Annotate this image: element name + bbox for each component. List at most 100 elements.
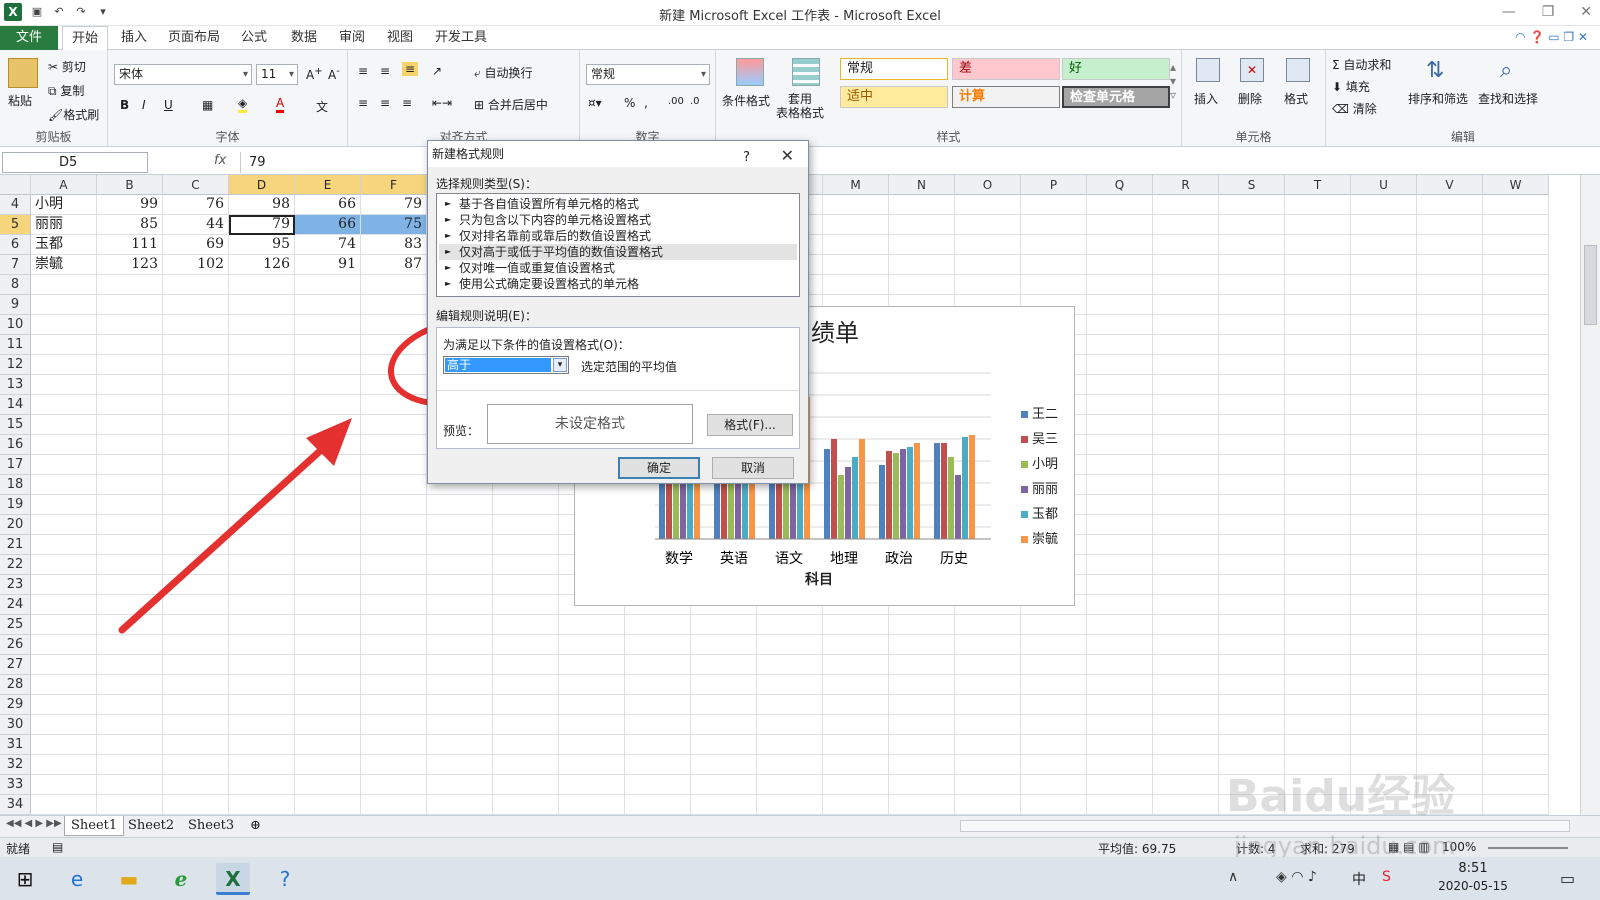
grid-cell[interactable] xyxy=(295,475,361,495)
row-header[interactable]: 31 xyxy=(0,735,31,755)
help-icon[interactable]: ◠ ❓ ▭ ❐ ✕ xyxy=(1515,30,1588,44)
grid-cell[interactable] xyxy=(493,755,559,775)
grid-cell[interactable] xyxy=(1087,395,1153,415)
grid-cell[interactable] xyxy=(295,355,361,375)
grid-cell[interactable] xyxy=(427,535,493,555)
grid-cell[interactable] xyxy=(229,735,295,755)
grid-cell[interactable] xyxy=(955,655,1021,675)
grid-cell[interactable] xyxy=(31,695,97,715)
font-size-combo[interactable]: 11 xyxy=(256,64,298,85)
grid-cell[interactable] xyxy=(1483,555,1549,575)
grid-cell[interactable] xyxy=(1483,655,1549,675)
grid-cell[interactable] xyxy=(31,715,97,735)
grid-cell[interactable] xyxy=(163,535,229,555)
grid-cell[interactable] xyxy=(1483,395,1549,415)
dialog-close-icon[interactable]: ✕ xyxy=(781,143,794,169)
grid-cell[interactable] xyxy=(1021,615,1087,635)
grid-cell[interactable] xyxy=(889,775,955,795)
sheet-tab[interactable]: Sheet2 xyxy=(122,816,180,836)
grid-cell[interactable] xyxy=(757,795,823,815)
grid-cell[interactable] xyxy=(229,635,295,655)
grid-cell[interactable] xyxy=(823,735,889,755)
grid-cell[interactable] xyxy=(229,515,295,535)
grid-cell[interactable] xyxy=(691,735,757,755)
grid-cell[interactable] xyxy=(1417,195,1483,215)
grid-cell[interactable] xyxy=(1021,255,1087,275)
grid-cell[interactable] xyxy=(31,535,97,555)
grid-cell[interactable] xyxy=(559,755,625,775)
grid-cell[interactable] xyxy=(1417,695,1483,715)
grid-cell[interactable] xyxy=(1351,355,1417,375)
grid-cell[interactable] xyxy=(97,695,163,715)
grid-cell[interactable] xyxy=(1087,735,1153,755)
grid-cell[interactable] xyxy=(1285,395,1351,415)
align-middle-icon[interactable]: ≡ xyxy=(380,64,390,78)
format-painter-button[interactable]: 🖌格式刷 xyxy=(48,106,99,123)
tab-page-layout[interactable]: 页面布局 xyxy=(162,26,226,50)
grid-cell[interactable] xyxy=(1153,795,1219,815)
grid-cell[interactable] xyxy=(1351,315,1417,335)
grid-cell[interactable] xyxy=(1021,215,1087,235)
tray-network-icon[interactable]: ◈ ◠ ♪ xyxy=(1276,869,1317,885)
grid-cell[interactable] xyxy=(493,695,559,715)
grid-cell[interactable] xyxy=(1483,375,1549,395)
grid-cell[interactable] xyxy=(1087,415,1153,435)
grid-cell[interactable] xyxy=(1417,615,1483,635)
grid-cell[interactable] xyxy=(1219,275,1285,295)
grid-cell[interactable] xyxy=(1417,515,1483,535)
grid-cell[interactable] xyxy=(625,695,691,715)
grid-cell[interactable] xyxy=(97,635,163,655)
grid-cell[interactable] xyxy=(1483,795,1549,815)
grid-cell[interactable] xyxy=(163,515,229,535)
grid-cell[interactable] xyxy=(1351,235,1417,255)
grid-cell[interactable] xyxy=(1285,455,1351,475)
grid-cell[interactable] xyxy=(361,295,427,315)
grid-cell[interactable] xyxy=(163,355,229,375)
grid-cell[interactable] xyxy=(1351,635,1417,655)
align-center-icon[interactable]: ≡ xyxy=(380,96,390,110)
grid-cell[interactable] xyxy=(757,675,823,695)
grid-cell[interactable] xyxy=(1417,235,1483,255)
grid-cell[interactable] xyxy=(229,775,295,795)
tab-file[interactable]: 文件 xyxy=(0,26,58,50)
grid-cell[interactable] xyxy=(1153,475,1219,495)
grid-cell[interactable] xyxy=(1219,395,1285,415)
active-cell[interactable]: 79 xyxy=(229,215,295,235)
grid-cell[interactable] xyxy=(361,415,427,435)
grid-cell[interactable] xyxy=(889,755,955,775)
merge-center-button[interactable]: ⊞ 合并后居中 xyxy=(474,96,548,113)
name-box[interactable]: D5 xyxy=(2,152,148,173)
grid-cell[interactable] xyxy=(163,495,229,515)
row-header[interactable]: 7 xyxy=(0,255,31,275)
grid-cell[interactable] xyxy=(1417,675,1483,695)
grid-cell[interactable] xyxy=(1351,535,1417,555)
row-header[interactable]: 24 xyxy=(0,595,31,615)
grid-cell[interactable]: 66 xyxy=(295,215,361,235)
row-header[interactable]: 15 xyxy=(0,415,31,435)
grid-cell[interactable] xyxy=(493,775,559,795)
row-header[interactable]: 30 xyxy=(0,715,31,735)
rule-type-item[interactable]: 仅对唯一值或重复值设置格式 xyxy=(439,260,797,276)
grid-cell[interactable] xyxy=(97,555,163,575)
grid-cell[interactable] xyxy=(97,275,163,295)
row-header[interactable]: 18 xyxy=(0,475,31,495)
grid-cell[interactable] xyxy=(1483,215,1549,235)
grid-cell[interactable] xyxy=(1351,395,1417,415)
grid-cell[interactable] xyxy=(31,675,97,695)
cancel-button[interactable]: 取消 xyxy=(712,457,794,479)
grid-cell[interactable]: 玉都 xyxy=(31,235,97,255)
grid-cell[interactable] xyxy=(31,575,97,595)
grid-cell[interactable] xyxy=(1483,535,1549,555)
grid-cell[interactable] xyxy=(1483,435,1549,455)
grid-cell[interactable] xyxy=(1483,695,1549,715)
grid-cell[interactable] xyxy=(1285,675,1351,695)
grid-cell[interactable]: 83 xyxy=(361,235,427,255)
grid-cell[interactable] xyxy=(427,635,493,655)
grid-cell[interactable] xyxy=(1153,395,1219,415)
grid-cell[interactable] xyxy=(1351,375,1417,395)
grid-cell[interactable] xyxy=(1285,555,1351,575)
column-header[interactable]: S xyxy=(1219,175,1285,195)
input-method-icon[interactable]: S xyxy=(1382,869,1391,885)
grid-cell[interactable] xyxy=(889,275,955,295)
grid-cell[interactable] xyxy=(1219,335,1285,355)
